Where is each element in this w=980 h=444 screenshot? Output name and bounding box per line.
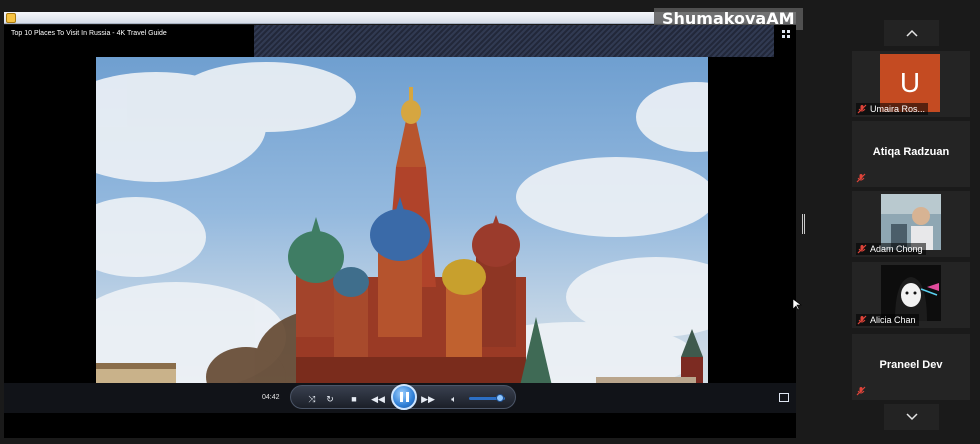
participant-tile-atiqa[interactable]: Atiqa Radzuan	[852, 121, 970, 187]
scroll-down-button[interactable]	[884, 404, 939, 430]
video-title: Top 10 Places To Visit In Russia - 4K Tr…	[11, 30, 167, 37]
participant-tile-alicia[interactable]: Alicia Chan	[852, 262, 970, 328]
media-player-app-icon	[6, 13, 16, 23]
video-player[interactable]: Top 10 Places To Visit In Russia - 4K Tr…	[4, 25, 796, 438]
rewind-icon[interactable]: ◀◀	[369, 392, 387, 406]
participant-avatar-image	[881, 265, 941, 321]
participant-name-label: Umaira Ros...	[856, 103, 929, 115]
player-controls: 04:42 ⤨ ↻ ■ ◀◀ ▶▶ 🔈︎	[4, 383, 796, 413]
cathedral-video-image	[96, 62, 708, 403]
playback-control-bar: ⤨ ↻ ■ ◀◀ ▶▶ 🔈︎	[290, 384, 516, 410]
volume-slider-handle[interactable]	[496, 394, 504, 402]
shared-screen: ShumakovaAM Top 10 Places To Visit In Ru…	[0, 0, 805, 444]
muted-mic-icon	[856, 386, 866, 396]
volume-icon[interactable]: 🔈︎	[445, 392, 463, 406]
panel-resize-handle[interactable]	[802, 214, 805, 234]
repeat-icon[interactable]: ↻	[321, 392, 339, 406]
participant-tile-umaira[interactable]: U Umaira Ros...	[852, 51, 970, 117]
muted-mic-icon	[857, 104, 867, 114]
participant-tile-praneel[interactable]: Praneel Dev	[852, 334, 970, 400]
mouse-cursor-icon	[793, 299, 802, 311]
muted-mic-icon	[857, 315, 867, 325]
muted-mic-icon	[856, 173, 866, 183]
participant-name: Atiqa Radzuan	[872, 146, 950, 158]
volume-slider[interactable]	[469, 394, 505, 402]
participant-video	[881, 194, 941, 250]
participant-name: Umaira Ros...	[870, 104, 926, 114]
participants-panel: U Umaira Ros... Atiqa Radzuan Adam Chong	[809, 0, 980, 444]
participant-name-label: Alicia Chan	[856, 314, 919, 326]
scroll-up-button[interactable]	[884, 20, 939, 46]
title-area-pattern	[254, 25, 774, 57]
participant-name: Praneel Dev	[879, 359, 943, 371]
chevron-up-icon	[905, 29, 918, 37]
participant-name-label: Adam Chong	[856, 243, 926, 255]
pause-icon[interactable]	[391, 384, 417, 410]
participant-name: Alicia Chan	[870, 315, 916, 325]
muted-mic-icon	[857, 244, 867, 254]
elapsed-time: 04:42	[262, 394, 280, 401]
fullscreen-icon[interactable]	[779, 393, 789, 402]
switch-view-icon[interactable]	[782, 30, 792, 38]
stop-icon[interactable]: ■	[345, 392, 363, 406]
chevron-down-icon	[905, 413, 918, 421]
participant-name: Adam Chong	[870, 244, 923, 254]
participant-tile-adam[interactable]: Adam Chong	[852, 191, 970, 257]
video-frame[interactable]	[96, 57, 708, 403]
fast-forward-icon[interactable]: ▶▶	[419, 392, 437, 406]
shuffle-icon[interactable]: ⤨	[303, 392, 321, 406]
